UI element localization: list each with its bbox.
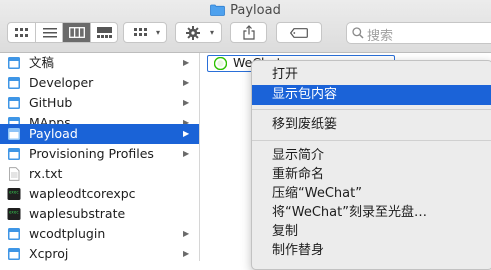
list-item-provisioning-profiles[interactable]: Provisioning Profiles ▶ [0,144,199,164]
icon-grid-icon [14,27,28,37]
gallery-icon [97,27,112,38]
columns-icon [69,27,85,38]
icon-view-button[interactable] [8,23,35,42]
list-item-payload[interactable]: Payload ▶ [0,124,199,144]
list-item-waplesubstrate[interactable]: exec waplesubstrate [0,204,199,224]
menu-item-show-package-contents[interactable]: 显示包内容 [252,85,491,105]
chevron-down-icon: ▾ [155,28,160,37]
search-icon [352,27,364,43]
list-item-label: wcodtplugin [29,226,106,241]
chevron-right-icon: ▶ [183,58,190,67]
list-item-github[interactable]: GitHub ▶ [0,93,199,113]
terminal-exec-icon: exec [7,187,21,201]
menu-item-compress[interactable]: 压缩“WeChat” [252,184,491,204]
chevron-right-icon: ▶ [183,78,190,87]
menu-item-open[interactable]: 打开 [252,65,491,85]
search-field[interactable]: 搜索 [346,22,491,44]
search-placeholder: 搜索 [367,29,394,44]
list-item-wapleodtcorexpc[interactable]: exec wapleodtcorexpc [0,184,199,204]
edit-tags-button[interactable] [276,22,322,43]
list-item-label: waplesubstrate [29,206,126,221]
folder-icon [7,127,21,141]
chevron-right-icon: ▶ [183,229,190,238]
text-file-icon [7,167,21,181]
list-item-developer[interactable]: Developer ▶ [0,73,199,93]
list-view-button[interactable] [35,23,63,42]
column-view-button[interactable] [62,23,91,42]
chevron-right-icon: ▶ [183,249,190,258]
chevron-right-icon: ▶ [183,98,190,107]
list-item-documents[interactable]: 文稿 ▶ [0,53,199,73]
list-item-label: Xcproj [29,246,69,261]
list-item-xcproj[interactable]: Xcproj ▶ [0,244,199,264]
menu-separator [252,140,491,141]
folder-icon [7,96,21,110]
folder-icon [210,4,226,21]
wechat-app-icon [213,56,228,73]
list-item-label: GitHub [29,95,73,110]
group-by-button[interactable]: ▾ [123,22,167,43]
tag-icon [290,27,308,38]
chevron-right-icon: ▶ [183,149,190,158]
share-icon [242,25,255,40]
folder-icon [7,147,21,161]
svg-text:exec: exec [9,190,19,195]
context-menu: 打开 显示包内容 移到废纸篓 显示简介 重新命名 压缩“WeChat” 将“We… [251,60,491,270]
list-item-rx-txt[interactable]: rx.txt [0,164,199,184]
list-item-label: Payload [29,126,78,141]
first-column: 文稿 ▶ Developer ▶ GitHub ▶ MApps ▶ Payloa… [0,53,199,261]
chevron-right-icon: ▶ [183,129,190,138]
menu-separator [252,109,491,110]
share-button[interactable] [230,22,267,43]
folder-icon [7,227,21,241]
list-item-label: rx.txt [29,166,63,181]
folder-icon [7,247,21,261]
list-item-label: 文稿 [29,55,55,70]
window-title: Payload [0,3,491,21]
list-item-label: Provisioning Profiles [29,146,154,161]
menu-item-get-info[interactable]: 显示简介 [252,146,491,166]
menu-item-duplicate[interactable]: 复制 [252,222,491,242]
menu-item-make-alias[interactable]: 制作替身 [252,241,491,261]
chevron-down-icon: ▾ [209,28,214,37]
folder-icon [7,76,21,90]
window-toolbar: Payload ▾ ▾ 搜索 [0,0,491,53]
list-item-label: Developer [29,75,94,90]
gear-icon [186,25,200,40]
group-grid-icon [134,27,147,36]
svg-text:exec: exec [9,210,19,215]
folder-icon [7,56,21,70]
action-menu-button[interactable]: ▾ [175,22,222,43]
view-switcher [7,22,118,43]
gallery-view-button[interactable] [90,23,118,42]
terminal-exec-icon: exec [7,207,21,221]
list-icon [42,27,57,37]
list-item-wcodtplugin[interactable]: wcodtplugin ▶ [0,224,199,244]
window-title-text: Payload [230,3,281,18]
menu-item-move-to-trash[interactable]: 移到废纸篓 [252,115,491,135]
menu-item-burn-to-disc[interactable]: 将“WeChat”刻录至光盘… [252,203,491,223]
list-item-label: wapleodtcorexpc [29,186,136,201]
menu-item-rename[interactable]: 重新命名 [252,165,491,185]
